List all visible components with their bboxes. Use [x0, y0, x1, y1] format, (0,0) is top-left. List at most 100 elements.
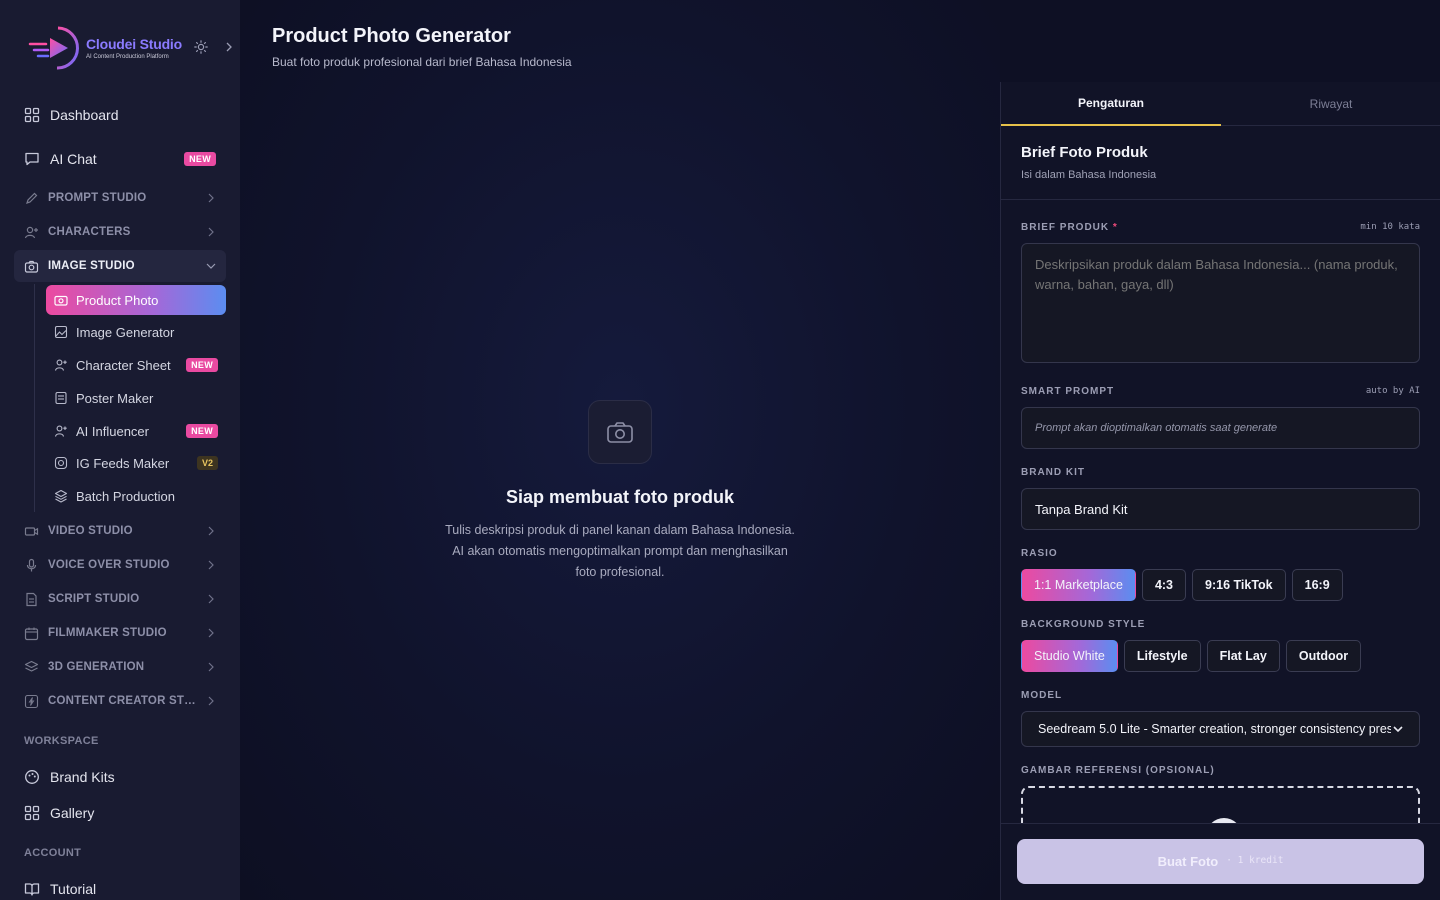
sidebar-item-brand-kits[interactable]: Brand Kits: [14, 759, 226, 795]
sidebar-item-batch-production[interactable]: Batch Production: [46, 481, 226, 511]
chevron-right-icon: [208, 594, 214, 604]
empty-state-text: Tulis deskripsi produk di panel kanan da…: [445, 523, 795, 579]
empty-state-title: Siap membuat foto produk: [505, 487, 734, 507]
brief-input[interactable]: [1021, 243, 1420, 363]
smart-prompt-label: SMART PROMPT: [1021, 386, 1115, 397]
theme-toggle-sun-icon[interactable]: [194, 40, 208, 54]
ratio-option-4-3[interactable]: 4:3: [1141, 569, 1187, 601]
sidebar-item-tutorial[interactable]: Tutorial: [14, 871, 226, 900]
ratio-options: 1:1 Marketplace 4:3 9:16 TikTok 16:9: [1021, 569, 1343, 601]
calendar-icon: [24, 627, 39, 640]
poster-icon: [55, 391, 67, 405]
smart-prompt-field: Prompt akan dioptimalkan otomatis saat g…: [1021, 407, 1420, 449]
bg-option-outdoor[interactable]: Outdoor: [1285, 640, 1362, 672]
chevron-right-icon: [208, 628, 214, 638]
camera-icon: [54, 295, 68, 306]
ratio-option-1-1[interactable]: 1:1 Marketplace: [1021, 569, 1136, 601]
ratio-option-9-16[interactable]: 9:16 TikTok: [1192, 569, 1286, 601]
section-3d-generation[interactable]: 3D GENERATION: [14, 651, 226, 683]
sidebar: Cloudei Studio AI Content Production Pla…: [0, 0, 240, 900]
section-label: SCRIPT STUDIO: [48, 593, 140, 605]
smart-prompt-text: Prompt akan dioptimalkan otomatis saat g…: [1035, 422, 1278, 434]
required-marker: *: [1112, 222, 1118, 233]
section-video-studio[interactable]: VIDEO STUDIO: [14, 515, 226, 547]
brand-tagline: AI Content Production Platform: [86, 54, 169, 60]
sidebar-item-image-generator[interactable]: Image Generator: [46, 317, 226, 347]
workspace-label: WORKSPACE: [24, 735, 99, 747]
section-label: IMAGE STUDIO: [48, 260, 135, 272]
grid-icon: [24, 107, 40, 123]
section-label: FILMMAKER STUDIO: [48, 627, 167, 639]
chevron-down-icon: [1393, 726, 1403, 733]
video-icon: [24, 526, 39, 536]
sidebar-item-label: Poster Maker: [76, 390, 154, 406]
empty-state-camera-icon: [588, 400, 652, 464]
generate-label: Buat Foto: [1157, 854, 1219, 869]
chevron-right-icon: [208, 193, 214, 203]
section-script-studio[interactable]: SCRIPT STUDIO: [14, 583, 226, 615]
sidebar-item-label: AI Chat: [50, 151, 97, 167]
brand-kit-select[interactable]: Tanpa Brand Kit: [1021, 488, 1420, 530]
layers-icon: [24, 660, 39, 672]
collapse-sidebar-chevron-icon[interactable]: [225, 41, 233, 53]
section-label: PROMPT STUDIO: [48, 192, 147, 204]
background-style-label: BACKGROUND STYLE: [1021, 619, 1146, 630]
settings-panel: Pengaturan Riwayat Brief Foto Produk Isi…: [1000, 82, 1440, 900]
sidebar-item-poster-maker[interactable]: Poster Maker: [46, 383, 226, 413]
section-characters[interactable]: CHARACTERS: [14, 216, 226, 248]
section-voice-over-studio[interactable]: VOICE OVER STUDIO: [14, 549, 226, 581]
brief-hint: min 10 kata: [1360, 222, 1420, 232]
layers-icon: [54, 489, 68, 503]
sidebar-item-ai-influencer[interactable]: AI Influencer NEW: [46, 416, 226, 446]
sidebar-item-gallery[interactable]: Gallery: [14, 795, 226, 831]
user-plus-icon: [54, 359, 67, 371]
book-open-icon: [24, 883, 40, 896]
ratio-option-16-9[interactable]: 16:9: [1291, 569, 1343, 601]
generate-button[interactable]: Buat Foto · 1 kredit: [1017, 839, 1424, 884]
image-icon: [54, 325, 68, 339]
sidebar-item-product-photo[interactable]: Product Photo: [46, 285, 226, 315]
brand[interactable]: Cloudei Studio AI Content Production Pla…: [28, 24, 182, 72]
section-image-studio[interactable]: IMAGE STUDIO: [14, 250, 226, 282]
sidebar-item-character-sheet[interactable]: Character Sheet NEW: [46, 350, 226, 380]
chevron-right-icon: [208, 560, 214, 570]
section-label: 3D GENERATION: [48, 661, 145, 673]
background-style-options: Studio White Lifestyle Flat Lay Outdoor: [1021, 640, 1362, 672]
generate-cost: · 1 kredit: [1226, 855, 1284, 866]
grid-icon: [24, 805, 40, 821]
chevron-down-icon: [206, 263, 216, 269]
chevron-right-icon: [208, 696, 214, 706]
sidebar-item-label: Batch Production: [76, 488, 176, 504]
section-content-creator-studio[interactable]: CONTENT CREATOR STUDIO: [14, 685, 226, 717]
ratio-label: RASIO: [1021, 548, 1058, 559]
brand-name: Cloudei Studio: [86, 36, 182, 52]
sidebar-item-label: Image Generator: [76, 324, 175, 340]
chevron-right-icon: [208, 526, 214, 536]
v2-badge: V2: [196, 456, 218, 470]
panel-tabs: Pengaturan Riwayat: [1001, 82, 1440, 126]
pen-icon: [26, 192, 38, 204]
sidebar-item-ai-chat[interactable]: AI Chat NEW: [14, 141, 226, 177]
tab-riwayat[interactable]: Riwayat: [1221, 82, 1440, 126]
sidebar-item-dashboard[interactable]: Dashboard: [14, 97, 226, 133]
page-subtitle: Buat foto produk profesional dari brief …: [272, 55, 572, 69]
new-badge: NEW: [184, 152, 216, 166]
sidebar-item-label: IG Feeds Maker: [76, 455, 170, 471]
bg-option-studio-white[interactable]: Studio White: [1021, 640, 1118, 672]
account-label: ACCOUNT: [24, 847, 82, 859]
sidebar-item-label: Gallery: [50, 805, 95, 821]
tree-line: [34, 284, 35, 512]
section-filmmaker-studio[interactable]: FILMMAKER STUDIO: [14, 617, 226, 649]
bg-option-lifestyle[interactable]: Lifestyle: [1123, 640, 1201, 672]
logo-icon: [28, 24, 82, 72]
sidebar-item-label: Tutorial: [50, 881, 97, 897]
model-select[interactable]: Seedream 5.0 Lite - Smarter creation, st…: [1021, 711, 1420, 747]
tab-pengaturan[interactable]: Pengaturan: [1001, 82, 1221, 126]
instagram-icon: [54, 456, 68, 470]
sidebar-item-ig-feeds-maker[interactable]: IG Feeds Maker V2: [46, 448, 226, 478]
bg-option-flat-lay[interactable]: Flat Lay: [1206, 640, 1280, 672]
sidebar-item-label: Dashboard: [50, 107, 119, 123]
section-prompt-studio[interactable]: PROMPT STUDIO: [14, 182, 226, 214]
sidebar-item-label: AI Influencer: [76, 423, 149, 439]
camera-icon: [24, 260, 39, 273]
